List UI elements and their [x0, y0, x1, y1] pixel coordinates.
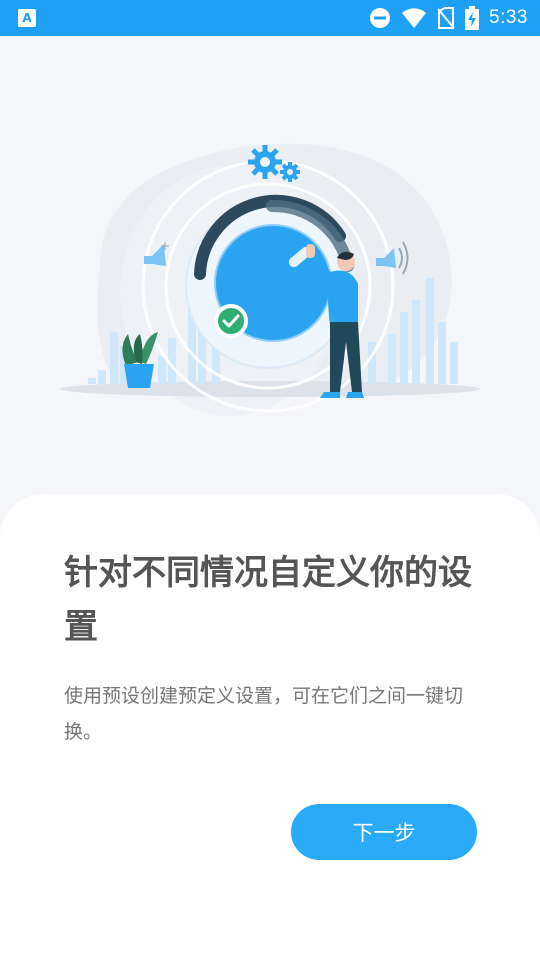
- battery-charging-icon: [465, 6, 480, 30]
- status-bar: A 5:33: [0, 0, 540, 36]
- onboarding-description: 使用预设创建预定义设置，可在它们之间一键切换。: [64, 685, 464, 743]
- no-sim-icon: [437, 7, 455, 29]
- hero-illustration: +: [0, 36, 540, 506]
- status-right: 5:33: [369, 6, 528, 30]
- app-notification-icon: A: [18, 9, 36, 27]
- onboarding-title: 针对不同情况自定义你的设置: [64, 553, 472, 647]
- do-not-disturb-icon: [370, 8, 391, 28]
- wifi-icon: [402, 8, 427, 28]
- svg-text:+: +: [160, 239, 170, 253]
- next-button[interactable]: 下一步: [291, 804, 477, 860]
- onboarding-card: 针对不同情况自定义你的设置 使用预设创建预定义设置，可在它们之间一键切换。 下一…: [0, 494, 540, 960]
- check-badge-icon: [214, 304, 248, 338]
- clock: 5:33: [489, 7, 528, 28]
- status-left: A: [18, 9, 36, 27]
